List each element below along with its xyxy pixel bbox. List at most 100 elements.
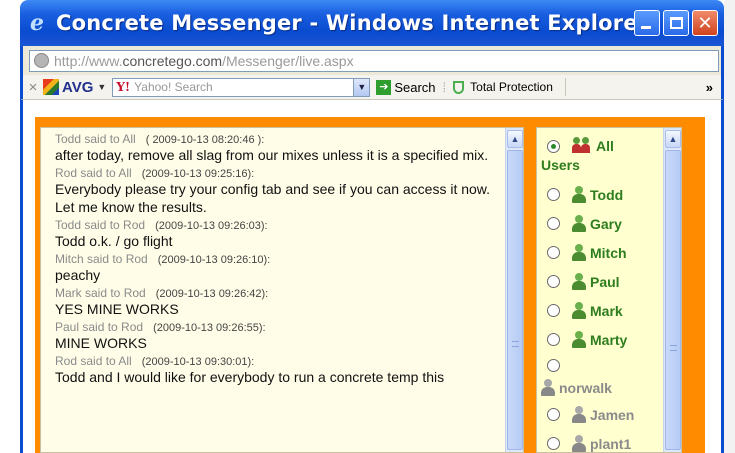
message-text: YES MINE WORKS [55, 301, 179, 317]
scroll-up-icon[interactable]: ▲ [507, 130, 523, 148]
close-button[interactable]: ✕ [692, 10, 718, 36]
user-option-Marty[interactable]: Marty [541, 325, 663, 354]
users-label: Users [541, 157, 580, 173]
go-arrow-icon: ➔ [376, 79, 392, 95]
user-icon [572, 243, 586, 262]
user-option-plant1[interactable]: plant1 [541, 429, 663, 453]
message-header: Rod said to All (2009-10-13 09:25:16): [55, 166, 505, 180]
message-timestamp: (2009-10-13 09:30:01): [141, 356, 255, 368]
message-header: Rod said to All (2009-10-13 09:30:01): [55, 354, 505, 368]
user-name: Paul [590, 273, 620, 290]
search-button-label: Search [394, 79, 436, 95]
close-icon: ✕ [697, 13, 713, 33]
maximize-button[interactable] [663, 10, 689, 36]
message-text: Everybody please try your config tab and… [55, 181, 491, 215]
page-icon [34, 53, 49, 68]
avg-menu-button[interactable]: AVG ▼ [43, 79, 106, 96]
address-field[interactable]: http://www.concretego.com/Messenger/live… [29, 49, 719, 72]
user-icon [572, 434, 586, 453]
toolbar-separator: ⁞ [442, 79, 447, 95]
message-sender: Mark said to Rod [55, 286, 146, 300]
radio-plant1[interactable] [547, 437, 560, 450]
user-option-Todd[interactable]: Todd [541, 180, 663, 209]
title-bar: e Concrete Messenger - Windows Internet … [20, 0, 724, 46]
message-timestamp: (2009-10-13 09:26:55): [153, 322, 266, 334]
user-label-row: norwalk [541, 376, 663, 400]
window-title: Concrete Messenger - Windows Internet Ex… [56, 11, 649, 35]
chat-scrollbar[interactable]: ▲ [505, 128, 523, 452]
message-timestamp: (2009-10-13 09:25:16): [141, 168, 255, 180]
message-timestamp: (2009-10-13 09:26:10): [157, 254, 271, 266]
shield-icon [453, 80, 465, 94]
user-scroll-thumb[interactable] [665, 150, 681, 450]
user-scrollbar[interactable]: ▲ [663, 128, 681, 452]
search-button[interactable]: ➔ Search [376, 79, 436, 95]
user-name: Mitch [590, 244, 627, 261]
toolbar-overflow-icon[interactable]: » [706, 80, 713, 95]
message-text: MINE WORKS [55, 335, 147, 351]
radio-norwalk[interactable] [547, 358, 560, 372]
user-option-Paul[interactable]: Paul [541, 267, 663, 296]
user-option-Mark[interactable]: Mark [541, 296, 663, 325]
user-option-Gary[interactable]: Gary [541, 209, 663, 238]
minimize-button[interactable] [634, 10, 660, 36]
user-icon [572, 214, 586, 233]
message-text: peachy [55, 267, 101, 283]
window-controls: ✕ [634, 10, 718, 36]
url-text[interactable]: http://www.concretego.com/Messenger/live… [54, 53, 354, 69]
minimize-icon [641, 26, 651, 29]
chat-messages-panel[interactable]: Todd said to All ( 2009-10-13 08:20:46 ):… [40, 127, 524, 453]
user-scroll-up-icon[interactable]: ▲ [665, 130, 681, 148]
radio-Mitch[interactable] [547, 246, 560, 259]
message-sender: Mitch said to Rod [55, 252, 148, 266]
message-list: Todd said to All ( 2009-10-13 08:20:46 ):… [55, 132, 505, 388]
message-sender: Rod said to All [55, 166, 132, 180]
message-timestamp: ( 2009-10-13 08:20:46 ): [145, 134, 265, 146]
message-text: Todd o.k. / go flight [55, 233, 173, 249]
message-header: Todd said to Rod (2009-10-13 09:26:03): [55, 218, 505, 232]
yahoo-logo-icon[interactable]: Y! [116, 80, 130, 94]
user-name: Mark [590, 302, 623, 319]
user-name: norwalk [559, 380, 612, 396]
maximize-icon [670, 17, 683, 29]
message-timestamp: (2009-10-13 09:26:03): [155, 220, 268, 232]
total-protection-button[interactable]: Total Protection [453, 80, 553, 94]
user-icon [572, 330, 586, 349]
message-header: Mitch said to Rod (2009-10-13 09:26:10): [55, 252, 505, 266]
ie-logo-icon: e [30, 10, 44, 36]
user-icon [541, 379, 555, 397]
message-sender: Todd said to Rod [55, 218, 146, 232]
radio-Mark[interactable] [547, 304, 560, 317]
user-option-all[interactable]: All [541, 134, 663, 158]
message-sender: Paul said to Rod [55, 320, 144, 334]
search-dropdown-icon[interactable]: ▼ [353, 78, 370, 96]
scroll-thumb[interactable] [507, 150, 523, 450]
user-option-Jamen[interactable]: Jamen [541, 400, 663, 429]
all-label: All [596, 138, 614, 154]
user-icon [572, 301, 586, 320]
window-edge [724, 0, 735, 453]
avg-toolbar: × AVG ▼ Y! Yahoo! Search ▼ ➔ Search ⁞ To… [20, 75, 724, 100]
user-name: Todd [590, 186, 624, 203]
radio-Paul[interactable] [547, 275, 560, 288]
user-option-norwalk[interactable] [541, 354, 663, 376]
user-grip-icon [670, 345, 677, 351]
user-option-Mitch[interactable]: Mitch [541, 238, 663, 267]
message-sender: Rod said to All [55, 354, 132, 368]
user-name: plant1 [590, 435, 632, 452]
radio-Gary[interactable] [547, 217, 560, 230]
user-list-panel[interactable]: All Users Todd Gary Mitch Paul Mark Marty norw… [536, 127, 682, 453]
message-sender: Todd said to All [55, 132, 136, 146]
yahoo-search-input[interactable]: Y! Yahoo! Search ▼ [112, 77, 371, 97]
user-icon [572, 405, 586, 424]
search-placeholder: Yahoo! Search [134, 80, 213, 94]
message-header: Todd said to All ( 2009-10-13 08:20:46 ): [55, 132, 505, 146]
radio-Jamen[interactable] [547, 408, 560, 421]
toolbar-close-icon[interactable]: × [25, 79, 41, 96]
user-name: Gary [590, 215, 622, 232]
radio-Marty[interactable] [547, 333, 560, 346]
user-name: Jamen [590, 406, 635, 423]
radio-all[interactable] [547, 139, 560, 153]
radio-Todd[interactable] [547, 188, 560, 201]
user-list: All Users Todd Gary Mitch Paul Mark Marty norw… [541, 134, 663, 453]
